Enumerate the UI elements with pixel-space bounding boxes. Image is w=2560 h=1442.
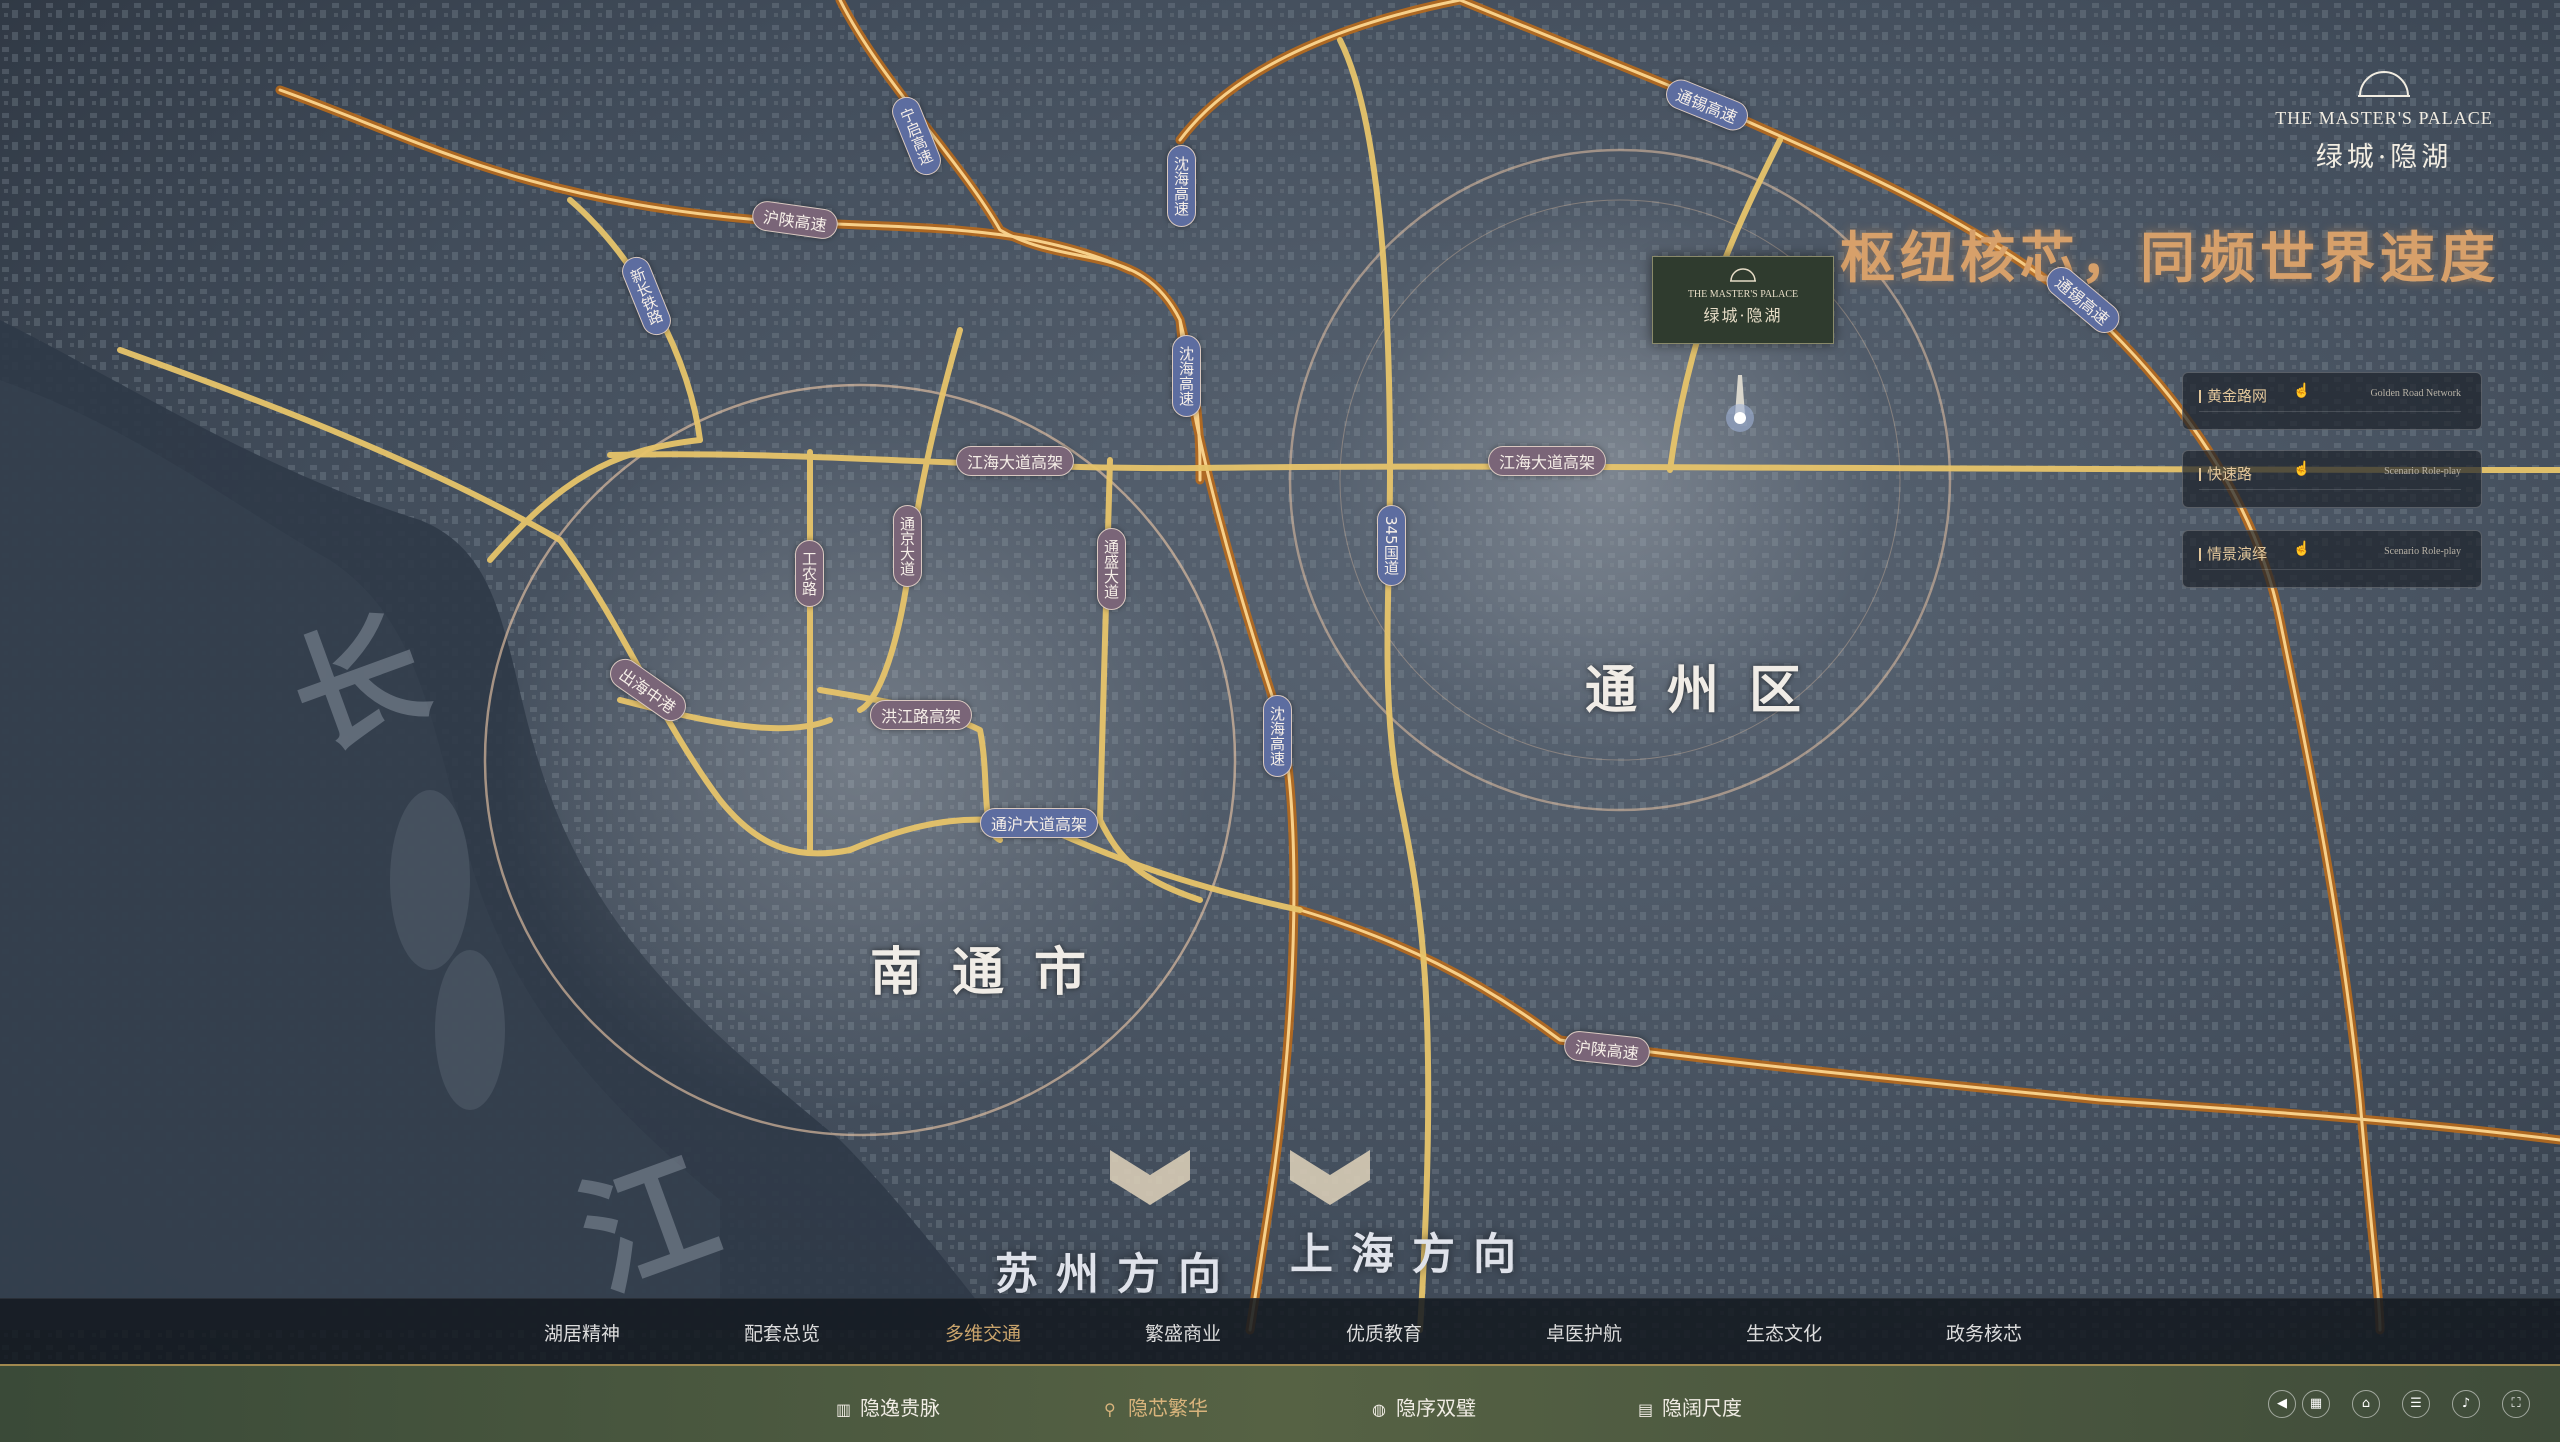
panel-golden-road-network[interactable]: 黄金路网 ☝ Golden Road Network xyxy=(2182,372,2482,430)
district-tongzhou: 通州区 xyxy=(1585,660,1832,721)
home-icon[interactable]: ⌂ xyxy=(2352,1390,2380,1418)
subnav-item-noble-vein[interactable]: ▥ 隐逸贵脉 xyxy=(836,1392,940,1421)
nav-item-lake-living[interactable]: 湖居精神 xyxy=(544,1319,620,1346)
panel-scenario[interactable]: 情景演绎 ☝ Scenario Role-play xyxy=(2182,530,2482,588)
hand-pointer-icon: ☝ xyxy=(2293,383,2311,399)
road-label-tongsheng: 通盛大道 xyxy=(1097,528,1126,610)
direction-shanghai: 上海方向 xyxy=(1290,1230,1534,1280)
nav-item-commerce[interactable]: 繁盛商业 xyxy=(1145,1319,1221,1346)
nav-item-transport[interactable]: 多维交通 xyxy=(945,1319,1021,1346)
subnav-item-dual[interactable]: ◍ 隐序双璧 xyxy=(1372,1392,1476,1421)
brand-logo: THE MASTER'S PALACE 绿城·隐湖 xyxy=(2274,50,2494,174)
palace-dome-icon xyxy=(1730,268,1756,282)
nav-item-medical[interactable]: 卓医护航 xyxy=(1546,1319,1622,1346)
building-icon: ▥ xyxy=(836,1400,852,1419)
panel-subtitle: Golden Road Network xyxy=(2370,388,2461,399)
marker-name-cn: 绿城·隐湖 xyxy=(1703,306,1783,325)
fullscreen-icon[interactable]: ⛶ xyxy=(2502,1390,2530,1418)
road-label-shenhai: 沈海高速 xyxy=(1263,695,1292,777)
chart-icon: ▤ xyxy=(1638,1400,1654,1419)
sound-icon[interactable]: ♪ xyxy=(2452,1390,2480,1418)
menu-icon[interactable]: ☰ xyxy=(2402,1390,2430,1418)
marker-name-en: THE MASTER'S PALACE xyxy=(1687,289,1799,300)
panel-expressway[interactable]: 快速路 ☝ Scenario Role-play xyxy=(2182,450,2482,508)
subnav-label: 隐逸贵脉 xyxy=(860,1396,940,1420)
project-marker[interactable]: THE MASTER'S PALACE 绿城·隐湖 xyxy=(1652,256,1834,344)
road-label-jianghai: 江海大道高架 xyxy=(956,446,1075,476)
subnav-label: 隐阔尺度 xyxy=(1662,1396,1742,1420)
panel-subtitle: Scenario Role-play xyxy=(2384,466,2461,477)
nav-item-overview[interactable]: 配套总览 xyxy=(744,1319,820,1346)
subnav-label: 隐芯繁华 xyxy=(1128,1396,1208,1420)
gallery-icon[interactable]: ▦ xyxy=(2302,1390,2330,1418)
back-icon[interactable]: ◀ xyxy=(2268,1390,2296,1418)
primary-nav: 湖居精神 配套总览 多维交通 繁盛商业 优质教育 卓医护航 生态文化 政务核芯 xyxy=(0,1298,2560,1365)
secondary-nav: ▥ 隐逸贵脉 ⚲ 隐芯繁华 ◍ 隐序双璧 ▤ 隐阔尺度 ◀ ▦ ⌂ ☰ ♪ ⛶ xyxy=(0,1364,2560,1442)
road-label-shenhai: 沈海高速 xyxy=(1167,145,1196,227)
district-nantong: 南通市 xyxy=(870,942,1117,1003)
road-label-shenhai: 沈海高速 xyxy=(1172,335,1201,417)
nav-item-government[interactable]: 政务核芯 xyxy=(1946,1319,2022,1346)
hand-pointer-icon: ☝ xyxy=(2293,541,2311,557)
nav-item-ecology[interactable]: 生态文化 xyxy=(1746,1319,1822,1346)
brand-name-cn: 绿城·隐湖 xyxy=(2315,142,2453,173)
panel-label: 黄金路网 xyxy=(2199,385,2267,406)
subnav-item-scale[interactable]: ▤ 隐阔尺度 xyxy=(1638,1392,1742,1421)
palace-dome-icon xyxy=(2358,71,2410,97)
pin-icon: ⚲ xyxy=(1104,1400,1116,1419)
nav-item-education[interactable]: 优质教育 xyxy=(1346,1319,1422,1346)
direction-suzhou: 苏州方向 xyxy=(995,1250,1239,1300)
subnav-item-prosperity[interactable]: ⚲ 隐芯繁华 xyxy=(1104,1392,1208,1421)
brand-name-en: THE MASTER'S PALACE xyxy=(2275,108,2493,128)
road-label-tonghu: 通沪大道高架 xyxy=(980,808,1099,838)
hand-pointer-icon: ☝ xyxy=(2293,461,2311,477)
subnav-label: 隐序双璧 xyxy=(1396,1396,1476,1420)
road-label-gongnong: 工农路 xyxy=(795,540,824,607)
panel-label: 情景演绎 xyxy=(2199,543,2267,564)
panel-label: 快速路 xyxy=(2199,463,2252,484)
road-label-g345: 345国道 xyxy=(1377,505,1406,586)
globe-icon: ◍ xyxy=(1372,1400,1386,1419)
panel-subtitle: Scenario Role-play xyxy=(2384,546,2461,557)
road-label-hongjiang: 洪江路高架 xyxy=(870,700,973,730)
road-label-tongjing: 通京大道 xyxy=(893,505,922,587)
headline: 枢纽核芯，同频世界速度 xyxy=(1839,225,2500,290)
road-label-jianghai: 江海大道高架 xyxy=(1488,446,1607,476)
